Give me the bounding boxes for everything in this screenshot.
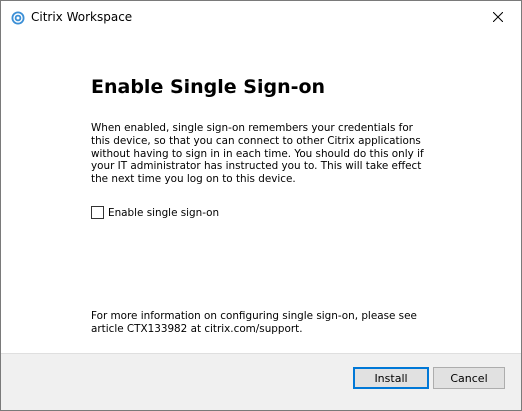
dialog-content: Enable Single Sign-on When enabled, sing… (1, 33, 521, 353)
title-bar: Citrix Workspace (1, 1, 521, 33)
close-icon (492, 7, 504, 26)
citrix-logo-icon (11, 10, 25, 25)
enable-sso-checkbox-label[interactable]: Enable single sign-on (108, 207, 219, 219)
more-info-text: For more information on configuring sing… (91, 310, 417, 335)
dialog-footer: Install Cancel (1, 353, 521, 410)
close-button[interactable] (475, 1, 521, 32)
cancel-button[interactable]: Cancel (433, 367, 505, 389)
page-title: Enable Single Sign-on (91, 76, 326, 98)
description-text: When enabled, single sign-on remembers y… (91, 122, 424, 186)
window-title: Citrix Workspace (31, 10, 133, 24)
citrix-workspace-window: Citrix Workspace Enable Single Sign-on W… (0, 0, 522, 411)
install-button[interactable]: Install (353, 367, 429, 389)
enable-sso-checkbox-row[interactable]: Enable single sign-on (91, 206, 219, 219)
enable-sso-checkbox[interactable] (91, 206, 104, 219)
